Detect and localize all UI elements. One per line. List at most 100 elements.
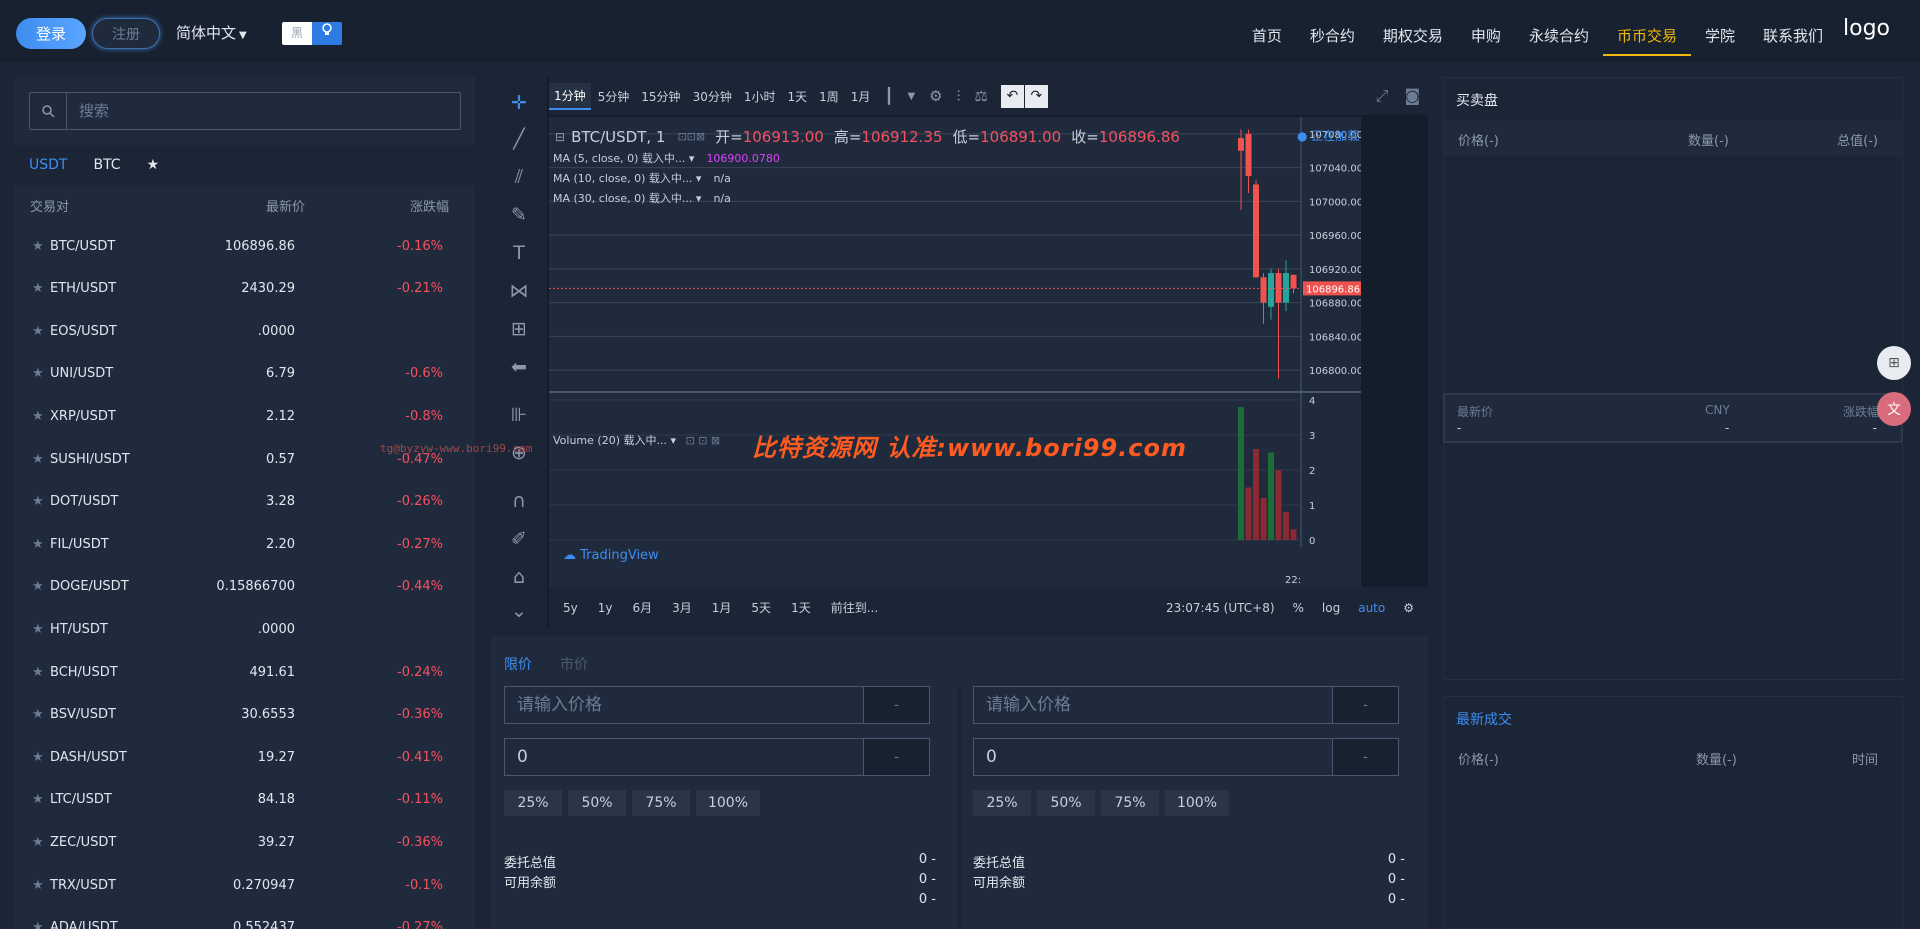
star-icon[interactable]: ★ [32,920,44,929]
tab-market[interactable]: 市价 [560,654,588,674]
compare-icon[interactable]: ⚖ [974,87,987,105]
nav-second-contract[interactable]: 秒合约 [1296,6,1369,56]
list-item[interactable]: ★ ADA/USDT 0.552437 -0.27% [14,907,475,929]
star-icon[interactable]: ★ [32,622,44,637]
volume-legend-icons[interactable]: ⊡ ⊡ ⊠ [686,434,721,447]
buy-pct-50[interactable]: 50% [568,790,626,816]
pattern-icon[interactable]: ⋈ [505,277,533,305]
star-icon[interactable]: ★ [32,792,44,807]
list-item[interactable]: ★ TRX/USDT 0.270947 -0.1% [14,864,475,906]
list-item[interactable]: ★ LTC/USDT 84.18 -0.11% [14,779,475,821]
tab-favorites[interactable]: ★ [147,157,160,173]
range-5y[interactable]: 5y [563,601,578,615]
buy-amount-input[interactable] [505,739,863,775]
list-item[interactable]: ★ FIL/USDT 2.20 -0.27% [14,523,475,565]
lock-drawing-icon[interactable]: ✐ [505,525,533,553]
sell-pct-25[interactable]: 25% [973,790,1031,816]
list-item[interactable]: ★ HT/USDT .0000 [14,608,475,650]
list-item[interactable]: ★ UNI/USDT 6.79 -0.6% [14,353,475,395]
magnet-icon[interactable]: ∩ [505,487,533,515]
star-icon[interactable]: ★ [32,750,44,765]
scale-settings-icon[interactable]: ⚙ [1403,601,1414,615]
star-icon[interactable]: ★ [32,324,44,339]
nav-academy[interactable]: 学院 [1691,6,1749,56]
list-item[interactable]: ★ BCH/USDT 491.61 -0.24% [14,651,475,693]
measure-icon[interactable]: ⊞ [505,315,533,343]
list-item[interactable]: ★ ETH/USDT 2430.29 -0.21% [14,268,475,310]
lightbulb-icon[interactable] [312,22,342,45]
range-1y[interactable]: 1y [598,601,613,615]
timeframe-5m[interactable]: 5分钟 [593,84,635,109]
list-item[interactable]: ★ XRP/USDT 2.12 -0.8% [14,395,475,437]
star-icon[interactable]: ★ [32,239,44,254]
arrow-left-icon[interactable]: ⬅ [505,353,533,381]
theme-toggle[interactable]: 黑 [282,22,342,45]
search-input[interactable] [67,93,460,129]
nav-perpetual[interactable]: 永续合约 [1515,6,1603,56]
apps-grid-icon[interactable]: ⊞ [1877,346,1911,380]
unlock-icon[interactable]: ⌂ [505,563,533,591]
brush-icon[interactable]: ✎ [505,201,533,229]
buy-pct-25[interactable]: 25% [504,790,562,816]
theme-dark-option[interactable]: 黑 [282,22,312,45]
sell-pct-100[interactable]: 100% [1165,790,1229,816]
tab-limit[interactable]: 限价 [504,654,532,674]
percent-scale-toggle[interactable]: % [1293,601,1304,615]
star-icon[interactable]: ★ [32,537,44,552]
list-item[interactable]: ★ DOGE/USDT 0.15866700 -0.44% [14,566,475,608]
logo[interactable]: logo [1843,16,1890,41]
ma30-legend[interactable]: MA (30, close, 0) 载入中... ▾ n/a [553,190,731,206]
nav-subscription[interactable]: 申购 [1457,6,1515,56]
timeframe-1w[interactable]: 1周 [814,84,844,109]
text-icon[interactable]: T [505,239,533,267]
list-item[interactable]: ★ BSV/USDT 30.6553 -0.36% [14,694,475,736]
auto-scale-toggle[interactable]: auto [1358,601,1385,615]
star-icon[interactable]: ★ [32,579,44,594]
timeframe-1d[interactable]: 1天 [782,84,812,109]
volume-legend[interactable]: Volume (20) 载入中... ▾ ⊡ ⊡ ⊠ [553,432,720,448]
settings-gear-icon[interactable]: ⚙ [929,87,942,105]
timeframe-1mo[interactable]: 1月 [846,84,876,109]
buy-pct-100[interactable]: 100% [696,790,760,816]
tab-usdt[interactable]: USDT [29,157,67,173]
nav-home[interactable]: 首页 [1238,6,1296,56]
nav-contact[interactable]: 联系我们 [1749,6,1837,56]
collapse-legend-icon[interactable]: ⊟ [555,130,565,144]
fib-icon[interactable]: ⫽ [505,163,533,191]
star-icon[interactable]: ★ [32,452,44,467]
range-6m[interactable]: 6月 [633,599,653,616]
list-item[interactable]: ★ ZEC/USDT 39.27 -0.36% [14,821,475,863]
list-item[interactable]: ★ DASH/USDT 19.27 -0.41% [14,736,475,778]
indicators-icon[interactable]: ⫶ [957,87,961,105]
undo-icon[interactable]: ↶ [1000,84,1024,108]
timeframe-1m[interactable]: 1分钟 [549,82,591,110]
star-icon[interactable]: ★ [32,878,44,893]
sell-pct-75[interactable]: 75% [1101,790,1159,816]
range-5d[interactable]: 5天 [751,599,771,616]
register-button[interactable]: 注册 [92,18,160,49]
tradingview-logo[interactable]: ☁ TradingView [563,548,659,563]
star-icon[interactable]: ★ [32,665,44,680]
trend-line-icon[interactable]: ╱ [505,125,533,153]
sell-price-input[interactable] [974,687,1332,723]
ruler-icon[interactable]: ⊪ [505,401,533,429]
ma10-legend[interactable]: MA (10, close, 0) 载入中... ▾ n/a [553,170,731,186]
ma5-legend[interactable]: MA (5, close, 0) 载入中... ▾ 106900.0780 [553,150,780,166]
range-1m[interactable]: 1月 [712,599,732,616]
fullscreen-icon[interactable]: ⤢ [1376,86,1389,106]
redo-icon[interactable]: ↷ [1024,84,1048,108]
candle-type-icon[interactable]: ┃ [884,87,893,105]
translate-icon[interactable]: 文 [1877,392,1911,426]
timeframe-30m[interactable]: 30分钟 [688,84,737,109]
sell-amount-input[interactable] [974,739,1332,775]
star-icon[interactable]: ★ [32,835,44,850]
range-3m[interactable]: 3月 [672,599,692,616]
crosshair-icon[interactable]: ✛ [505,89,533,117]
tab-btc[interactable]: BTC [93,157,120,173]
goto-date[interactable]: 前往到... [831,599,878,616]
star-icon[interactable]: ★ [32,707,44,722]
legend-action-icons[interactable]: ⊡⊡⊠ [677,130,705,143]
star-icon[interactable]: ★ [32,494,44,509]
camera-icon[interactable]: ◙ [1404,86,1420,106]
chevron-down-icon[interactable]: ⌄ [505,597,533,625]
